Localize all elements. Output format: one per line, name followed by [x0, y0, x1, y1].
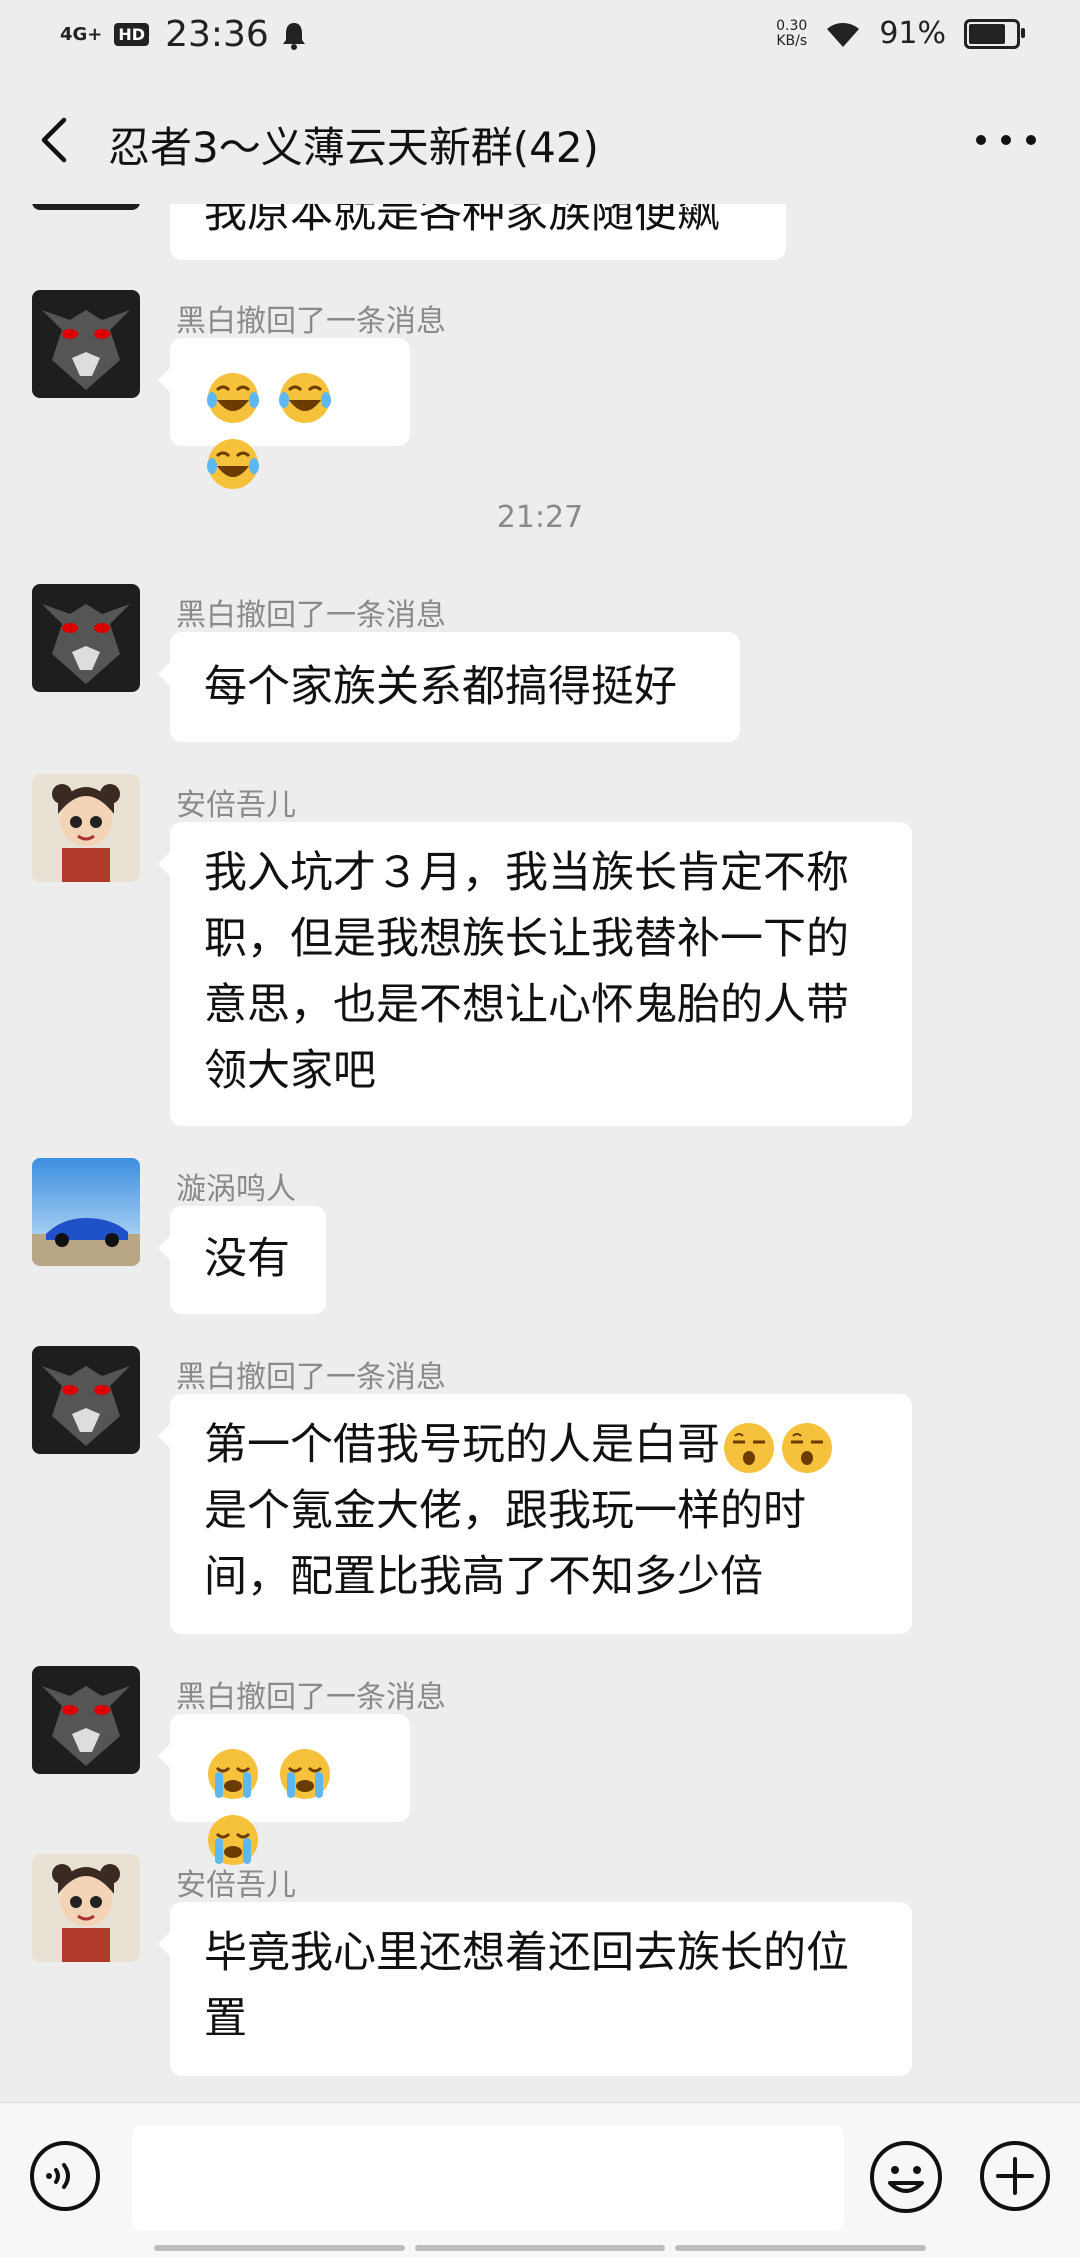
message-bubble[interactable]: 没有 [158, 1206, 326, 1314]
sender-name: 黑白撤回了一条消息 [176, 1680, 446, 1715]
emoji-picker-icon[interactable] [868, 2139, 944, 2215]
sender-name: 黑白撤回了一条消息 [176, 304, 446, 339]
chat-header: 忍者3～义薄云天新群(42) [0, 76, 1080, 204]
message-bubble[interactable] [158, 338, 410, 489]
avatar[interactable] [32, 774, 140, 882]
laughing-tears-emoji-icon [207, 372, 259, 423]
message-bubble[interactable]: 第一个借我号玩的人是白哥 是个氪金大佬，跟我玩一样的时 间，配置比我高了不知多少… [158, 1394, 912, 1634]
avatar[interactable] [32, 1158, 140, 1266]
sleepy-face-emoji-icon [724, 1422, 774, 1473]
sender-name: 漩涡鸣人 [176, 1172, 296, 1207]
sender-name: 安倍吾儿 [176, 788, 296, 823]
chat-title: 忍者3～义薄云天新群(42) [108, 123, 599, 172]
avatar[interactable] [32, 1346, 140, 1454]
voice-input-icon[interactable] [28, 2139, 102, 2213]
avatar[interactable] [32, 584, 140, 692]
chat-message-list[interactable]: 我原本就是各种家族随便飙 黑白撤回了一条消息 21:27 黑白撤回了一条消息 每… [0, 0, 1080, 2100]
loudly-crying-emoji-icon [208, 1748, 258, 1799]
loudly-crying-emoji-icon [279, 1748, 330, 1799]
avatar[interactable] [32, 290, 140, 398]
gesture-nav-bar [154, 2245, 927, 2251]
add-attachment-icon[interactable] [978, 2139, 1052, 2213]
message-bubble[interactable] [158, 1714, 410, 1865]
message-text-input[interactable] [132, 2125, 844, 2231]
laughing-tears-emoji-icon [207, 438, 259, 489]
laughing-tears-emoji-icon [278, 372, 331, 423]
avatar[interactable] [32, 1666, 140, 1774]
message-input-bar [0, 2102, 1080, 2257]
sender-name: 黑白撤回了一条消息 [176, 598, 446, 633]
avatar[interactable] [32, 1854, 140, 1962]
more-options-icon[interactable] [976, 122, 1036, 158]
message-bubble[interactable]: 我入坑才３月，我当族长肯定不称 职，但是我想族长让我替补一下的 意思，也是不想让… [158, 822, 912, 1126]
back-arrow-icon[interactable] [34, 112, 74, 168]
message-bubble[interactable]: 毕竟我心里还想着还回去族长的位 置 [158, 1902, 912, 2076]
message-bubble[interactable]: 每个家族关系都搞得挺好 [158, 632, 740, 742]
sender-name: 黑白撤回了一条消息 [176, 1360, 446, 1395]
chat-timestamp: 21:27 [496, 500, 584, 535]
sleepy-face-emoji-icon [782, 1422, 832, 1473]
sender-name: 安倍吾儿 [176, 1868, 296, 1903]
